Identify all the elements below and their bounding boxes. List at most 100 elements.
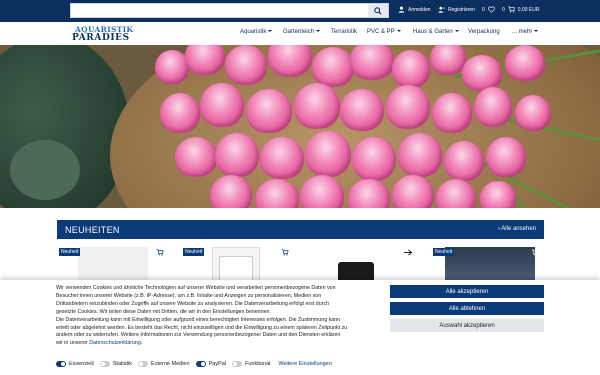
hero-banner[interactable] xyxy=(0,45,600,208)
toggle-switch[interactable] xyxy=(99,361,110,367)
nav-item-verpackung[interactable]: Verpackung xyxy=(468,29,500,35)
privacy-policy-link[interactable]: Datenschutzerklärung xyxy=(89,340,141,346)
nav-label: ... mehr xyxy=(512,29,533,35)
arrow-right-icon[interactable] xyxy=(404,249,413,256)
lotus-bud xyxy=(175,137,217,177)
cookie-line-suffix: . xyxy=(140,340,143,347)
search-input[interactable] xyxy=(71,4,367,17)
lotus-bud xyxy=(160,93,200,133)
toggle-label: PayPal xyxy=(208,361,226,367)
heart-icon xyxy=(487,6,495,13)
lotus-bud xyxy=(480,181,516,208)
new-badge: Neuheit xyxy=(183,248,205,256)
cart-count: 0 xyxy=(502,6,505,13)
toggle-switch[interactable] xyxy=(232,361,242,367)
search-button[interactable] xyxy=(368,4,388,17)
new-badge: Neuheit xyxy=(59,248,81,256)
lotus-bud xyxy=(225,45,267,85)
cookie-line: gesetzte Cookies. Wir teilen diese Daten… xyxy=(56,308,271,315)
cart-link[interactable]: 0 0,00 EUR xyxy=(502,6,539,13)
new-badge: Neuheit xyxy=(433,248,455,256)
more-settings-link[interactable]: Weitere Einstellungen xyxy=(278,361,331,367)
nav-label: Aquaristik xyxy=(240,29,267,35)
cookie-line: erteilt oder abgelehnt werden. Es besteh… xyxy=(56,324,348,331)
cart-icon[interactable] xyxy=(281,249,289,256)
nav-label: Verpackung xyxy=(468,29,500,35)
toggle-label: Statistik xyxy=(112,361,133,367)
lotus-bud xyxy=(350,45,394,80)
consent-toggles: Essenziell Statistik Externe Medien PayP… xyxy=(56,361,332,367)
lotus-bud xyxy=(352,137,396,181)
nav-item-gartenteich[interactable]: Gartenteich xyxy=(283,29,321,35)
lotus-bud xyxy=(215,133,259,177)
cart-icon[interactable] xyxy=(531,249,539,256)
logo-line2: PARADIES xyxy=(72,33,130,43)
nav-item-aquaristik[interactable]: Aquaristik xyxy=(240,29,273,35)
lotus-bud xyxy=(340,89,384,131)
toggle-switch[interactable] xyxy=(195,361,206,367)
cookie-banner: Wir verwenden Cookies und ähnliche Techn… xyxy=(0,280,600,375)
cookie-line: Drittanbietern einzubinden oder Zugriffe… xyxy=(56,300,330,307)
register-link[interactable]: Registrieren xyxy=(438,6,475,13)
logo[interactable]: AQUARISTIK PARADIES xyxy=(72,25,133,44)
nav-label: PVC & PP xyxy=(367,29,395,35)
wishlist-link[interactable]: 0 xyxy=(482,6,495,13)
lotus-bud xyxy=(210,175,252,208)
cookie-line-last: wir in unserer Datenschutzerklärung. xyxy=(56,340,382,348)
lotus-bud xyxy=(432,93,472,133)
lotus-bud xyxy=(200,83,244,127)
lotus-bud xyxy=(392,175,434,208)
nav-label: Terraristik xyxy=(331,29,358,35)
nav-item-haus-garten[interactable]: Haus & Garten xyxy=(413,29,459,35)
accept-all-button[interactable]: Alle akzeptieren xyxy=(390,285,544,298)
toggle-label: Externe Medien xyxy=(151,361,190,367)
section-title: NEUHEITEN xyxy=(65,225,120,235)
cookie-line: Die Datenverarbeitung kann mit Einwillig… xyxy=(56,316,341,323)
lotus-bud xyxy=(444,141,484,181)
search-icon xyxy=(374,6,382,15)
toggle-funktional[interactable]: Funktional xyxy=(232,361,270,367)
new-products-header: NEUHEITEN › Alle ansehen xyxy=(57,220,544,239)
toggle-switch[interactable] xyxy=(56,361,66,367)
accept-selection-button[interactable]: Auswahl akzeptieren xyxy=(390,319,544,332)
cookie-line: Besucher:innen unserer Website (z.B. IP-… xyxy=(56,292,322,299)
toggle-label: Funktional xyxy=(245,361,271,367)
top-bar: Anmelden Registrieren 0 0 0,00 EUR xyxy=(0,0,600,22)
leaf-shape xyxy=(10,140,80,200)
user-icon xyxy=(398,6,405,13)
account-link[interactable]: Anmelden xyxy=(398,6,431,13)
lotus-bud xyxy=(430,45,466,75)
chevron-down-icon xyxy=(534,30,539,33)
cookie-line-prefix: wir in unserer xyxy=(56,340,88,347)
cart-icon[interactable] xyxy=(156,249,164,256)
lotus-bud xyxy=(305,131,351,177)
nav-item-pvc-pp[interactable]: PVC & PP xyxy=(367,29,401,35)
reject-all-button[interactable]: Alle ablehnen xyxy=(390,302,544,315)
lotus-bud xyxy=(505,45,545,81)
product-card-3[interactable] xyxy=(338,262,374,282)
lotus-bud xyxy=(155,50,189,84)
cookie-text: Wir verwenden Cookies und ähnliche Techn… xyxy=(56,285,382,348)
toggle-externe-medien[interactable]: Externe Medien xyxy=(138,361,190,367)
toggle-paypal[interactable]: PayPal xyxy=(195,361,226,367)
toggle-switch[interactable] xyxy=(138,361,149,367)
nav-item-terraristik[interactable]: Terraristik xyxy=(331,29,357,35)
nav-label: Gartenteich xyxy=(283,29,315,35)
lotus-bud xyxy=(268,45,312,77)
lotus-bud xyxy=(386,85,430,129)
chevron-down-icon xyxy=(396,30,401,33)
chevron-down-icon xyxy=(316,30,321,33)
toggle-statistik[interactable]: Statistik xyxy=(99,361,133,367)
account-label: Anmelden xyxy=(408,6,431,13)
search-box xyxy=(70,3,389,18)
lotus-bud xyxy=(515,95,551,131)
lotus-bud xyxy=(185,45,225,75)
user-plus-icon xyxy=(438,6,445,13)
view-all-link[interactable]: › Alle ansehen xyxy=(498,226,536,232)
nav-label: Haus & Garten xyxy=(413,29,453,35)
nav-item-mehr[interactable]: ... mehr xyxy=(512,29,539,35)
lotus-bud xyxy=(398,133,442,177)
cart-total: 0,00 EUR xyxy=(517,6,540,13)
lotus-bud xyxy=(462,55,502,91)
toggle-essenziell[interactable]: Essenziell xyxy=(56,361,94,367)
